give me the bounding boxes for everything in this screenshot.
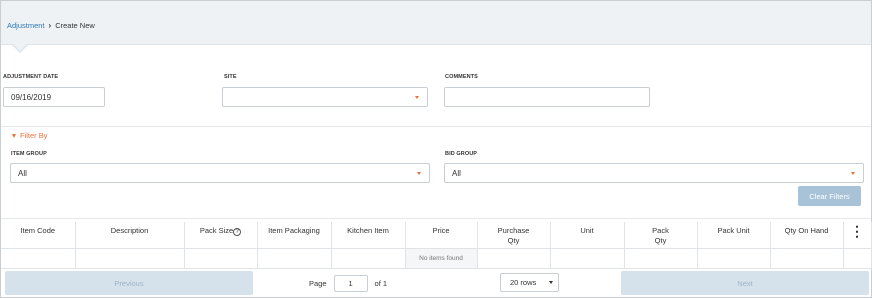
column-header-description[interactable]: Description bbox=[75, 222, 185, 249]
column-header-item-code[interactable]: Item Code bbox=[1, 222, 76, 249]
chevron-down-icon bbox=[415, 96, 419, 99]
comments-label: COMMENTS bbox=[445, 74, 478, 80]
rows-per-page-value: 20 rows bbox=[510, 278, 537, 287]
table-header-row: Item Code Description Pack Size? Item Pa… bbox=[1, 222, 872, 249]
column-header-pack-qty[interactable]: Pack Qty bbox=[624, 222, 698, 249]
filter-by-toggle[interactable]: Filter By bbox=[12, 131, 48, 140]
bid-group-select[interactable]: All bbox=[444, 163, 864, 183]
breadcrumb-current: Create New bbox=[55, 21, 95, 30]
page-total: of 1 bbox=[374, 279, 388, 288]
pack-qty-line1: Pack bbox=[652, 226, 669, 235]
item-group-select[interactable]: All bbox=[10, 163, 430, 183]
rows-per-page-select[interactable]: 20 rows bbox=[500, 273, 559, 292]
adjustment-date-value: 09/16/2019 bbox=[11, 92, 52, 102]
kebab-menu-icon[interactable]: ⋮ bbox=[850, 223, 864, 239]
column-header-item-packaging[interactable]: Item Packaging bbox=[257, 222, 332, 249]
page-info: Page 1 of 1 bbox=[309, 275, 387, 292]
purchase-qty-line2: Qty bbox=[507, 236, 520, 245]
breadcrumb-bar: Adjustment › Create New bbox=[1, 1, 871, 53]
comments-field[interactable] bbox=[444, 87, 650, 107]
adjustment-date-label: ADJUSTMENT DATE bbox=[3, 74, 59, 80]
divider bbox=[1, 218, 871, 219]
breadcrumb: Adjustment › Create New bbox=[7, 21, 95, 30]
bid-group-value: All bbox=[452, 168, 461, 178]
pack-size-label: Pack Size bbox=[199, 226, 234, 235]
adjustment-date-field[interactable]: 09/16/2019 bbox=[3, 87, 105, 107]
page-input[interactable]: 1 bbox=[333, 275, 368, 292]
column-header-pack-unit[interactable]: Pack Unit bbox=[697, 222, 771, 249]
filter-by-label: Filter By bbox=[20, 131, 48, 140]
caret-down-icon bbox=[12, 133, 16, 138]
column-header-kitchen-item[interactable]: Kitchen Item bbox=[331, 222, 406, 249]
page-label: Page bbox=[309, 279, 327, 288]
pack-qty-line2: Qty bbox=[654, 236, 667, 245]
previous-button[interactable]: Previous bbox=[5, 271, 253, 295]
column-header-purchase-qty[interactable]: Purchase Qty bbox=[477, 222, 551, 249]
site-label: SITE bbox=[224, 74, 237, 80]
items-table: Item Code Description Pack Size? Item Pa… bbox=[1, 222, 872, 269]
column-header-pack-size[interactable]: Pack Size? bbox=[184, 222, 258, 249]
column-header-qty-on-hand[interactable]: Qty On Hand bbox=[770, 222, 844, 249]
breadcrumb-link-adjustment[interactable]: Adjustment bbox=[7, 21, 45, 30]
item-group-value: All bbox=[18, 168, 27, 178]
pagination: Previous Page 1 of 1 20 rows Next bbox=[1, 268, 871, 296]
chevron-down-icon bbox=[549, 281, 553, 284]
item-group-label: ITEM GROUP bbox=[11, 151, 47, 157]
empty-message: No items found bbox=[405, 248, 478, 269]
help-icon[interactable]: ? bbox=[233, 228, 242, 236]
site-select[interactable] bbox=[222, 87, 428, 107]
chevron-down-icon bbox=[417, 172, 421, 175]
purchase-qty-line1: Purchase bbox=[497, 226, 530, 235]
divider bbox=[1, 126, 871, 127]
chevron-down-icon bbox=[851, 172, 855, 175]
column-header-price[interactable]: Price bbox=[405, 222, 478, 249]
chevron-right-icon: › bbox=[48, 21, 52, 30]
bid-group-label: BID GROUP bbox=[445, 151, 478, 157]
next-button[interactable]: Next bbox=[621, 271, 869, 295]
table-row: No items found bbox=[1, 248, 872, 269]
column-header-unit[interactable]: Unit bbox=[550, 222, 625, 249]
clear-filters-button[interactable]: Clear Filters bbox=[798, 186, 861, 206]
column-menu[interactable]: ⋮ bbox=[843, 222, 872, 249]
